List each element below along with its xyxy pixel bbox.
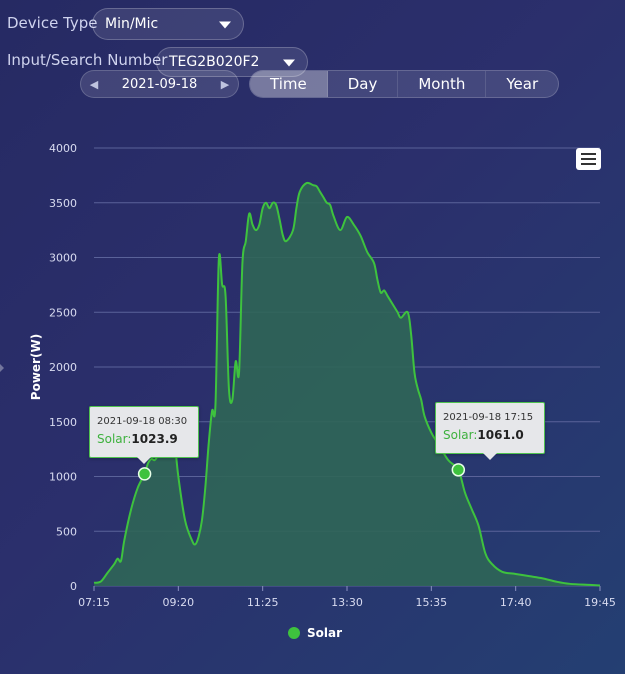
y-tick-label: 1500	[49, 416, 77, 429]
tooltip-series: Solar:	[443, 428, 478, 442]
x-tick-label: 11:25	[247, 596, 279, 609]
chart-tooltip: 2021-09-18 08:30 Solar:1023.9	[89, 406, 199, 464]
x-tick-label: 13:30	[331, 596, 363, 609]
solar-area	[94, 182, 600, 586]
tooltip-time: 2021-09-18 08:30	[97, 416, 188, 427]
chart-legend[interactable]: Solar	[288, 626, 342, 640]
x-tick-label: 09:20	[162, 596, 194, 609]
chart-tooltip: 2021-09-18 17:15 Solar:1061.0	[435, 402, 545, 460]
legend-solar-label: Solar	[307, 626, 343, 640]
tooltip-marker	[137, 467, 152, 481]
power-chart: 0 500 1000 1500 2000 2500 3000 3500 4000 07:15 09:…	[29, 142, 616, 609]
y-tick-label: 2000	[49, 361, 77, 374]
legend-solar-marker	[288, 627, 300, 639]
tooltip-time: 2021-09-18 17:15	[443, 412, 534, 423]
y-tick-label: 3500	[49, 197, 77, 210]
y-tick-label: 2500	[49, 306, 77, 319]
x-tick-label: 17:40	[500, 596, 532, 609]
x-tick-label: 07:15	[78, 596, 110, 609]
x-tick-label: 19:45	[584, 596, 616, 609]
tooltip-marker	[451, 463, 466, 477]
tooltip-series: Solar:	[97, 432, 132, 446]
y-tick-label: 3000	[49, 252, 77, 265]
x-tick-label: 15:35	[415, 596, 447, 609]
y-tick-label: 0	[70, 580, 77, 593]
tooltip-value: 1023.9	[131, 432, 178, 446]
y-tick-label: 1000	[49, 471, 77, 484]
y-tick-label: 500	[56, 525, 77, 538]
y-tick-label: 4000	[49, 142, 77, 155]
chart-menu-button[interactable]	[576, 148, 601, 170]
y-axis-label: Power(W)	[29, 334, 43, 400]
tooltip-value: 1061.0	[477, 428, 524, 442]
